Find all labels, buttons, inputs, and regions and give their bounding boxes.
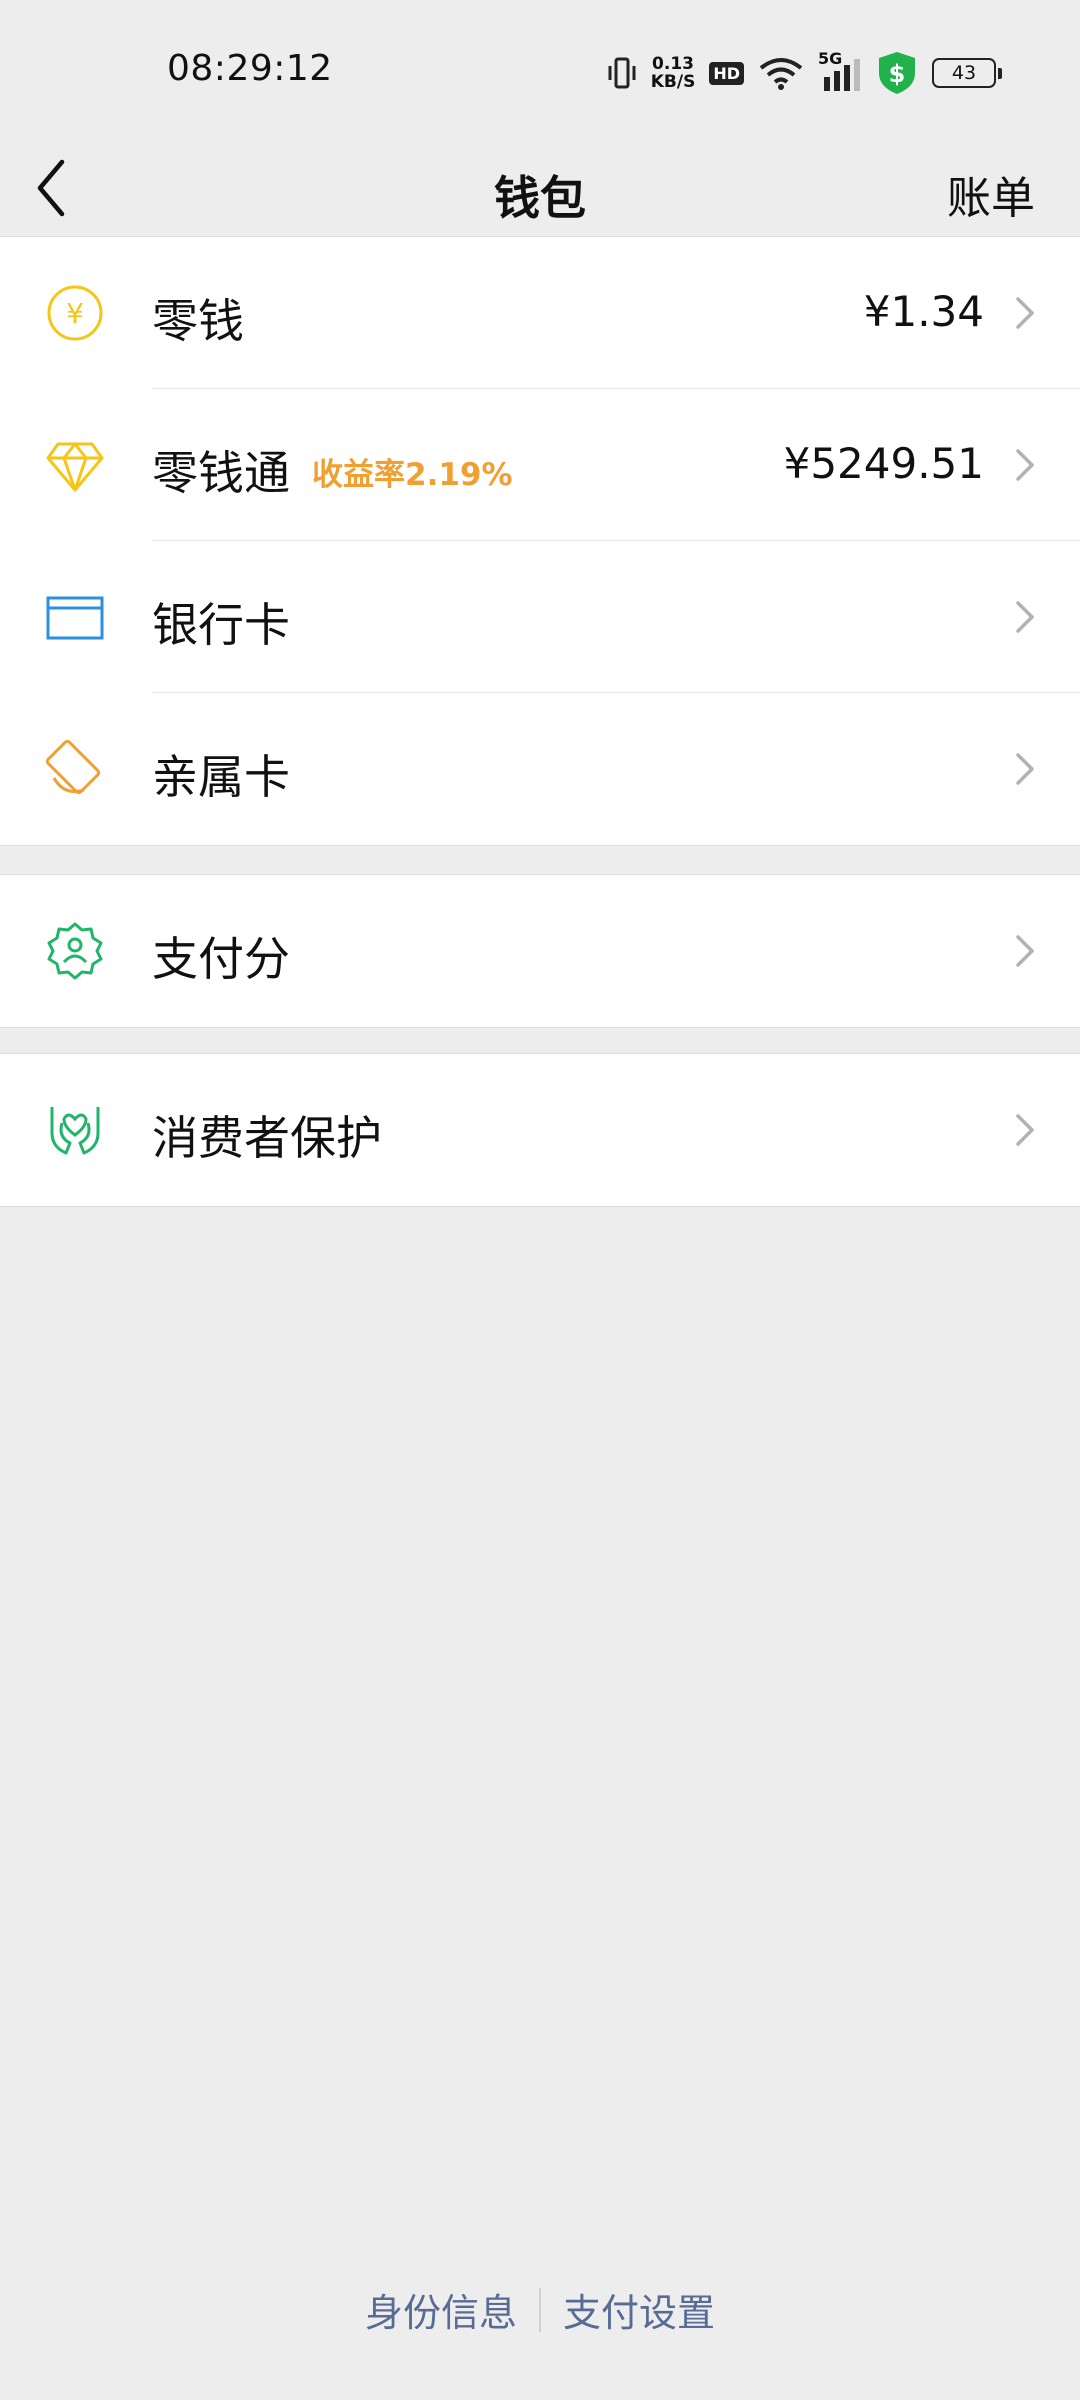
status-bar: 08:29:12 0.13 KB/S HD 5G $ 43 [0, 0, 1080, 140]
balance-amount: ¥1.34 [863, 287, 984, 336]
diamond-icon [46, 442, 104, 492]
family-card-icon [45, 739, 101, 795]
list-item-label: 支付分 [152, 932, 290, 986]
wallet-group-protection: 消费者保护 [0, 1053, 1080, 1207]
list-item-change[interactable]: ¥ 零钱 ¥1.34 [0, 237, 1080, 389]
network-speed: 0.13 KB/S [651, 55, 696, 91]
nav-bar: 钱包 账单 [0, 140, 1080, 236]
balance-amount: ¥5249.51 [783, 439, 984, 488]
payment-settings-link[interactable]: 支付设置 [563, 2282, 715, 2337]
chevron-right-icon [1016, 449, 1034, 481]
yield-rate-badge: 收益率2.19% [312, 457, 513, 493]
svg-text:¥: ¥ [66, 297, 84, 330]
signal-icon: 5G [818, 49, 862, 93]
hd-icon: HD [709, 61, 744, 85]
network-speed-unit: KB/S [650, 72, 696, 92]
list-item-pay-score[interactable]: 支付分 [0, 875, 1080, 1027]
security-shield-icon: $ [879, 52, 915, 94]
chevron-right-icon [1016, 297, 1034, 329]
page-title: 钱包 [494, 171, 586, 225]
wifi-icon [759, 58, 803, 90]
wallet-group-main: ¥ 零钱 ¥1.34 零钱通 收益率2.19% ¥5249.51 银行卡 亲属卡 [0, 236, 1080, 846]
battery-icon: 43 [932, 58, 1002, 88]
wallet-group-score: 支付分 [0, 874, 1080, 1028]
consumer-protection-icon [50, 1107, 100, 1155]
chevron-right-icon [1016, 1114, 1034, 1146]
footer-divider [539, 2287, 541, 2332]
battery-level: 43 [932, 58, 996, 88]
list-item-consumer-protection[interactable]: 消费者保护 [0, 1054, 1080, 1206]
svg-text:$: $ [889, 60, 906, 88]
list-item-label: 消费者保护 [152, 1111, 382, 1165]
list-item-bank-card[interactable]: 银行卡 [0, 541, 1080, 693]
list-item-label: 亲属卡 [152, 750, 290, 804]
chevron-right-icon [1016, 753, 1034, 785]
bill-button[interactable]: 账单 [947, 162, 1035, 226]
identity-info-link[interactable]: 身份信息 [365, 2282, 517, 2337]
status-time: 08:29:12 [167, 48, 333, 89]
chevron-right-icon [1016, 601, 1034, 633]
pay-score-icon [47, 922, 103, 980]
list-item-label: 零钱 [152, 294, 244, 348]
chevron-right-icon [1016, 935, 1034, 967]
vibrate-icon [608, 57, 636, 89]
list-item-family-card[interactable]: 亲属卡 [0, 693, 1080, 845]
status-icons: 0.13 KB/S HD 5G $ 43 [607, 49, 1002, 96]
bank-card-icon [46, 596, 104, 640]
yuan-coin-icon: ¥ [47, 285, 103, 341]
network-speed-value: 0.13 [652, 54, 694, 74]
list-item-label: 零钱通 [152, 446, 290, 500]
list-item-lingqiantong[interactable]: 零钱通 收益率2.19% ¥5249.51 [0, 389, 1080, 541]
footer-links: 身份信息 支付设置 [0, 2282, 1080, 2337]
list-item-label: 银行卡 [152, 598, 290, 652]
